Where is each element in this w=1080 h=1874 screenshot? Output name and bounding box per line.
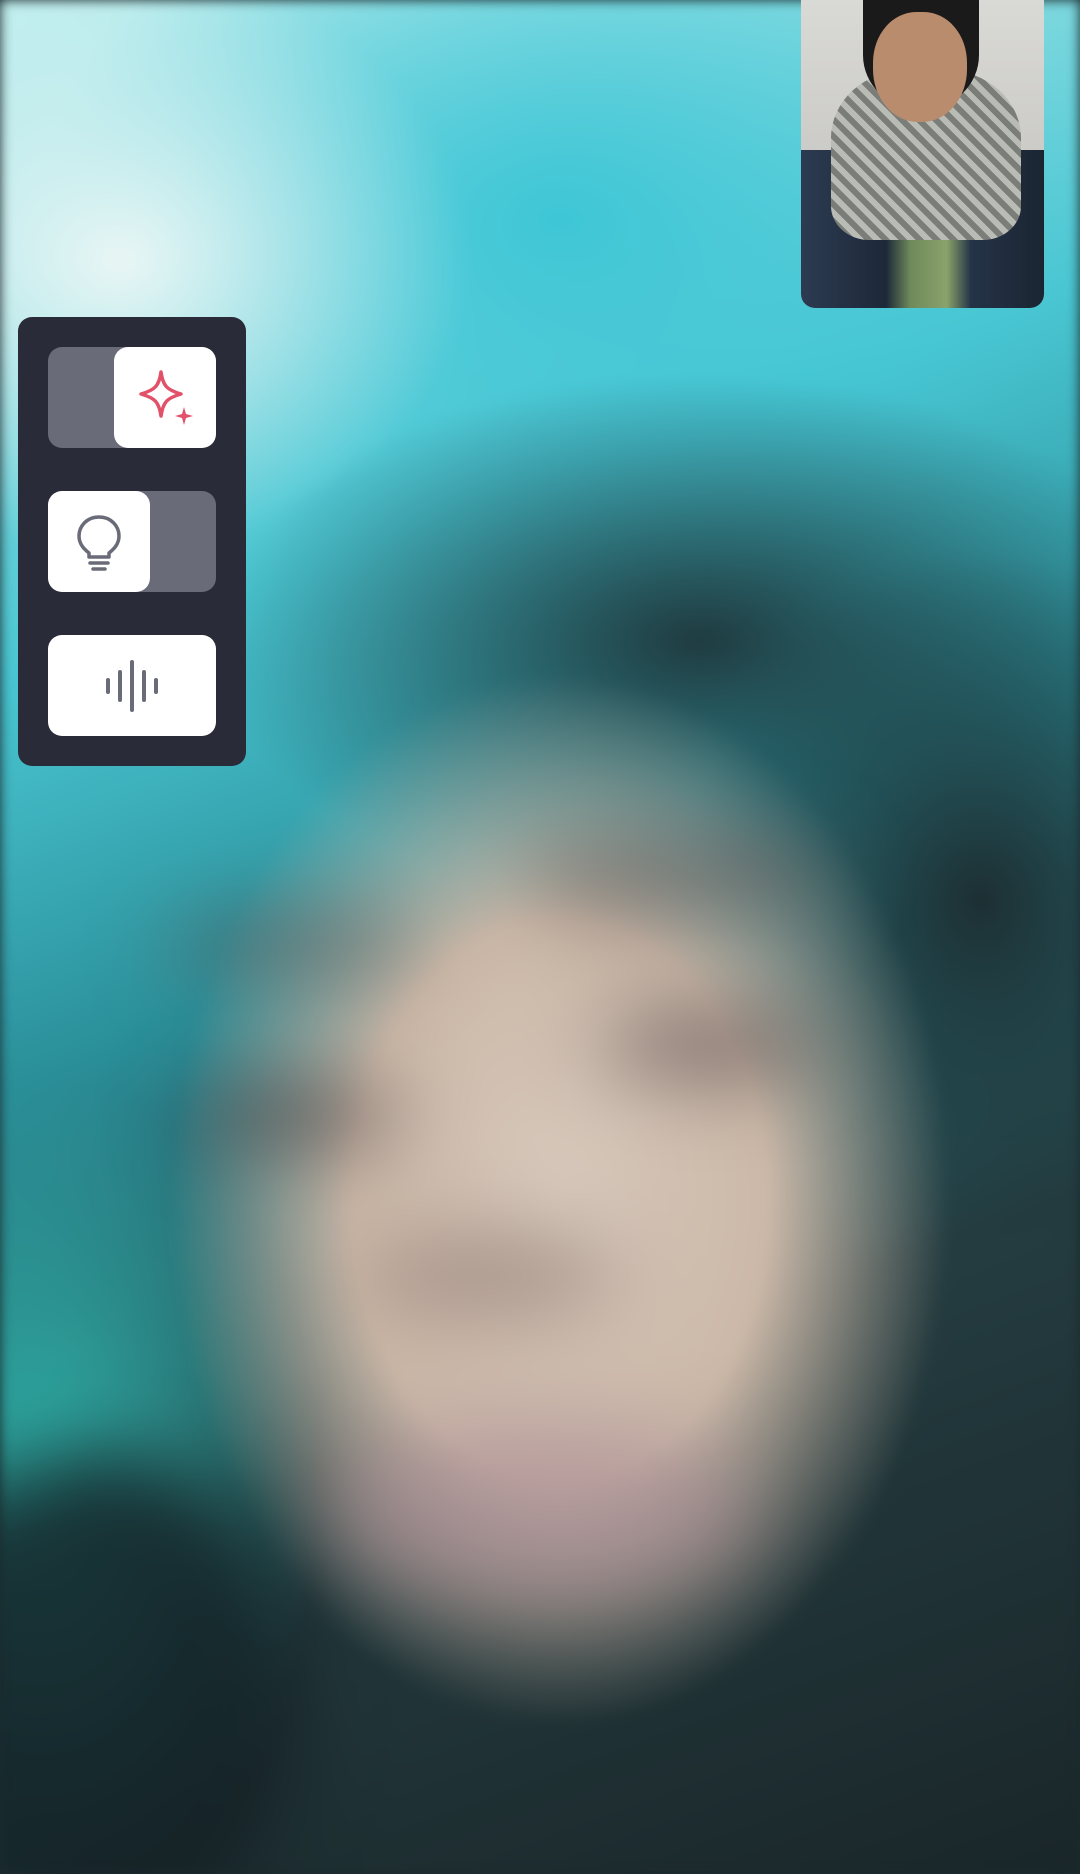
remote-video-shade: [600, 1010, 820, 1080]
sound-wave-icon: [102, 658, 162, 714]
self-preview[interactable]: [801, 0, 1044, 308]
audio-button[interactable]: [48, 635, 216, 736]
lighting-toggle[interactable]: [48, 491, 216, 592]
remote-video-shade: [160, 910, 420, 980]
remote-video-shade: [330, 1420, 750, 1600]
effects-toggle[interactable]: [48, 347, 216, 448]
lighting-toggle-knob: [48, 491, 150, 592]
self-preview-shade: [873, 12, 967, 122]
remote-video-shade: [180, 1080, 400, 1150]
sparkle-icon: [135, 368, 195, 428]
effects-toggle-knob: [114, 347, 216, 448]
remote-video-shade: [0, 1450, 300, 1874]
remote-video-shade: [360, 1230, 620, 1320]
lightbulb-icon: [74, 512, 124, 572]
effects-panel: [18, 317, 246, 766]
remote-video-shade: [520, 830, 840, 920]
